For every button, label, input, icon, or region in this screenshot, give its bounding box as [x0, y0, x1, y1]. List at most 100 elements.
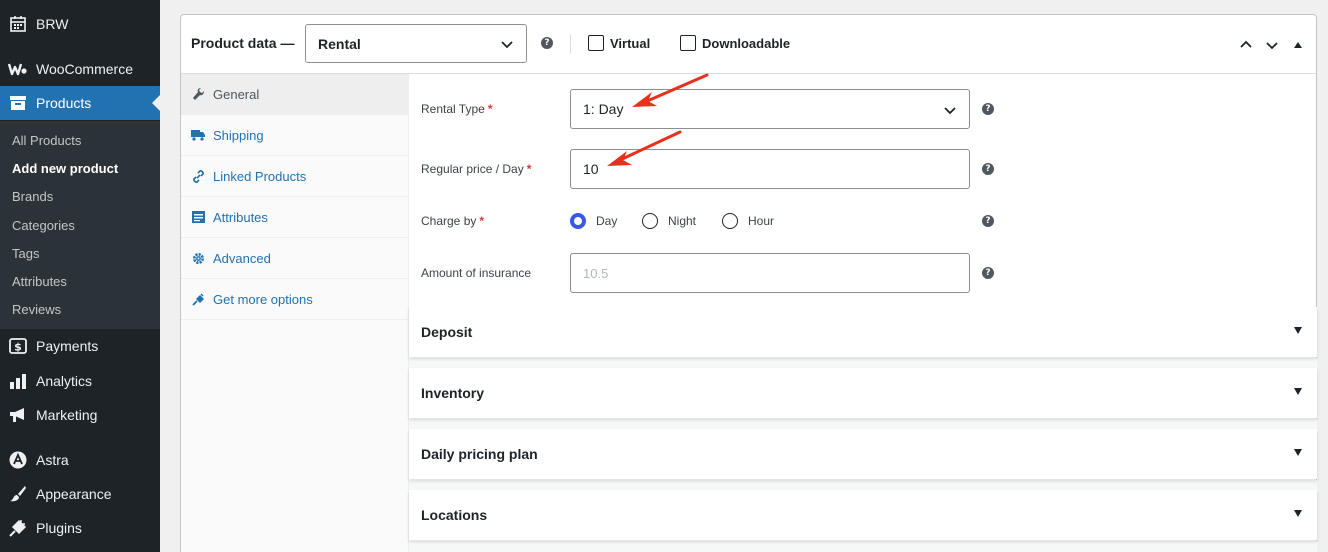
calendar-icon — [8, 14, 28, 34]
radio-label: Day — [596, 214, 618, 228]
megaphone-icon — [8, 405, 28, 425]
section-deposit[interactable]: Deposit — [409, 307, 1317, 357]
menu-label: Astra — [36, 452, 69, 468]
tab-get-more-options[interactable]: Get more options — [181, 279, 408, 320]
link-icon — [191, 169, 205, 183]
submenu-all-products[interactable]: All Products — [12, 133, 81, 148]
tab-label: Attributes — [213, 209, 268, 225]
required-mark: * — [487, 102, 493, 116]
truck-icon — [191, 128, 205, 142]
tab-general[interactable]: General — [181, 74, 408, 115]
regular-price-label: Regular price / Day * — [421, 162, 531, 176]
required-mark: * — [479, 214, 485, 228]
tab-linked-products[interactable]: Linked Products — [181, 156, 408, 197]
submenu-categories[interactable]: Categories — [12, 218, 75, 233]
move-up-icon[interactable] — [1238, 37, 1254, 53]
section-gap — [409, 419, 1317, 429]
menu-label: Products — [36, 95, 92, 111]
admin-sidebar: BRW WooCommerce Products All Products Ad… — [0, 0, 160, 552]
triangle-down-icon — [1294, 449, 1302, 456]
panel-controls — [1228, 37, 1306, 53]
triangle-down-icon — [1294, 510, 1302, 517]
downloadable-label: Downloadable — [702, 35, 791, 51]
virtual-label: Virtual — [610, 35, 651, 51]
regular-price-input[interactable]: 10 — [570, 149, 970, 189]
downloadable-checkbox-wrap[interactable]: Downloadable — [680, 35, 790, 51]
menu-item-brw[interactable]: BRW — [0, 12, 160, 36]
wrench-icon — [191, 87, 205, 101]
list-icon — [191, 210, 205, 224]
help-icon[interactable]: ? — [982, 215, 994, 227]
panel-header: Product data — Rental ? Virtual Download… — [181, 15, 1316, 74]
radio-label: Night — [668, 214, 697, 228]
woo-icon — [8, 59, 28, 79]
dollar-icon: $ — [8, 336, 28, 356]
plug-icon — [8, 518, 28, 538]
chevron-down-icon — [944, 107, 956, 115]
menu-item-appearance[interactable]: Appearance — [0, 482, 160, 506]
tab-attributes[interactable]: Attributes — [181, 197, 408, 238]
move-down-icon[interactable] — [1264, 37, 1280, 53]
rental-type-label: Rental Type * — [421, 102, 493, 116]
section-title: Locations — [421, 507, 488, 523]
menu-item-woocommerce[interactable]: WooCommerce — [0, 57, 160, 81]
tab-label: Linked Products — [213, 168, 307, 184]
section-locations[interactable]: Locations — [409, 490, 1317, 540]
insurance-placeholder: 10.5 — [583, 265, 609, 281]
menu-item-plugins[interactable]: Plugins — [0, 516, 160, 540]
insurance-label: Amount of insurance — [421, 266, 532, 280]
radio-hour[interactable] — [722, 213, 738, 229]
product-type-select[interactable]: Rental — [305, 24, 527, 63]
radio-day[interactable] — [570, 213, 586, 229]
help-icon[interactable]: ? — [982, 103, 994, 115]
svg-text:$: $ — [14, 341, 22, 354]
menu-item-marketing[interactable]: Marketing — [0, 403, 160, 427]
help-icon[interactable]: ? — [982, 267, 994, 279]
triangle-down-icon — [1294, 388, 1302, 395]
menu-label: Payments — [36, 338, 99, 354]
submenu-add-new-product[interactable]: Add new product — [12, 161, 118, 176]
tab-label: Get more options — [213, 291, 313, 307]
section-inventory[interactable]: Inventory — [409, 368, 1317, 418]
product-data-panel: Product data — Rental ? Virtual Download… — [180, 14, 1317, 552]
help-icon[interactable]: ? — [541, 37, 553, 49]
menu-label: WooCommerce — [36, 61, 133, 77]
insurance-input[interactable]: 10.5 — [570, 253, 970, 293]
menu-label: Appearance — [36, 486, 112, 502]
product-type-value: Rental — [318, 35, 361, 52]
submenu-brands[interactable]: Brands — [12, 189, 53, 204]
archive-icon — [8, 93, 28, 113]
tab-shipping[interactable]: Shipping — [181, 115, 408, 156]
triangle-down-icon — [1294, 327, 1302, 334]
submenu-attributes[interactable]: Attributes — [12, 274, 67, 289]
virtual-checkbox-wrap[interactable]: Virtual — [588, 35, 650, 51]
radio-night[interactable] — [642, 213, 658, 229]
menu-item-products[interactable]: Products — [0, 86, 160, 120]
tab-label: Advanced — [213, 250, 271, 266]
charge-by-hour-option[interactable]: Hour — [722, 213, 774, 229]
submenu-reviews[interactable]: Reviews — [12, 302, 61, 317]
charge-by-day-option[interactable]: Day — [570, 213, 617, 229]
section-title: Deposit — [421, 324, 473, 340]
collapse-icon[interactable] — [1290, 37, 1306, 53]
section-daily-pricing-plan[interactable]: Daily pricing plan — [409, 429, 1317, 479]
bar-chart-icon — [8, 371, 28, 391]
chevron-down-icon — [501, 41, 513, 49]
product-data-tabs: General Shipping Linked Products Attribu… — [181, 74, 409, 552]
required-mark: * — [526, 162, 532, 176]
help-icon[interactable]: ? — [982, 163, 994, 175]
rental-type-select[interactable]: 1: Day — [570, 89, 970, 129]
tab-advanced[interactable]: Advanced — [181, 238, 408, 279]
downloadable-checkbox[interactable] — [680, 35, 696, 51]
submenu-tags[interactable]: Tags — [12, 246, 39, 261]
product-data-title: Product data — — [191, 35, 295, 51]
menu-item-astra[interactable]: Astra — [0, 448, 160, 472]
charge-by-night-option[interactable]: Night — [642, 213, 696, 229]
label-text: Regular price / Day — [421, 162, 524, 176]
virtual-checkbox[interactable] — [588, 35, 604, 51]
tab-label: Shipping — [213, 127, 264, 143]
brush-icon — [8, 484, 28, 504]
section-gap — [409, 480, 1317, 490]
menu-item-payments[interactable]: $ Payments — [0, 334, 160, 358]
menu-item-analytics[interactable]: Analytics — [0, 369, 160, 393]
